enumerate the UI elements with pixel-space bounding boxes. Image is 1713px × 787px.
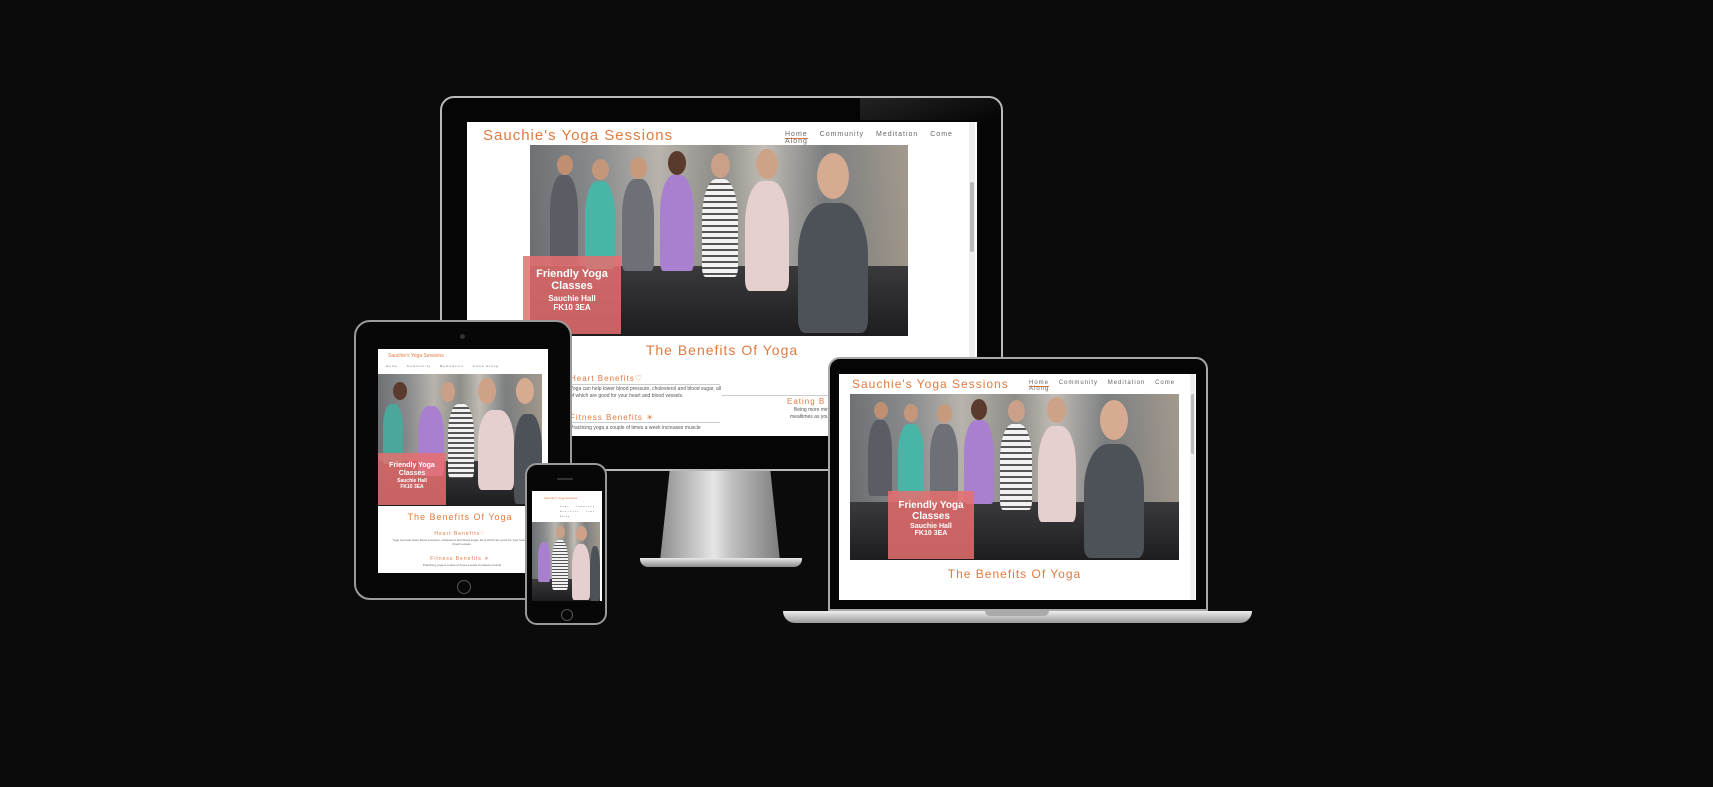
laptop-hero-overlay: Friendly Yoga Classes Sauchie Hall FK10 … [888,491,974,559]
laptop-nav-community[interactable]: Community [1059,380,1098,386]
main-nav: Home Community Meditation Come Along [785,131,977,145]
tablet-home-button[interactable] [457,580,471,594]
hero-postcode: FK10 3EA [553,303,591,312]
phone-hero-image [532,522,600,601]
nav-community[interactable]: Community [820,131,864,138]
laptop: Sauchie's Yoga Sessions Home Community M… [828,357,1208,611]
fitness-rule [570,422,720,423]
tablet-benefits-heading: The Benefits Of Yoga [407,512,513,522]
phone-nav-community[interactable]: Community [576,506,595,508]
phone-home-button[interactable] [561,609,573,621]
tablet-heart-text: Yoga can help lower blood pressure, chol… [392,538,532,546]
tablet-nav-home[interactable]: Home [386,364,398,368]
tablet-nav-meditation[interactable]: Meditation [440,364,464,368]
laptop-scrollbar[interactable] [1190,374,1195,600]
laptop-hero-postcode: FK10 3EA [914,530,948,537]
site-title[interactable]: Sauchie's Yoga Sessions [483,127,673,144]
phone-nav-meditation[interactable]: Meditation [560,511,579,513]
monitor-base [640,558,802,567]
nav-meditation[interactable]: Meditation [876,131,918,138]
monitor-stand [660,471,780,561]
tablet-nav: Home Community Meditation Come Along [386,364,499,368]
tablet-camera [460,334,465,339]
laptop-site-title[interactable]: Sauchie's Yoga Sessions [852,377,1009,391]
phone-nav: Home Community Meditation Come Along [560,505,600,520]
laptop-nav-come-along[interactable]: Come Along [1029,380,1175,392]
tablet-hero-postcode: FK10 3EA [400,484,424,490]
laptop-hero-location: Sauchie Hall [910,523,952,530]
phone-nav-home[interactable]: Home [560,506,569,508]
tablet-nav-community[interactable]: Community [407,364,431,368]
tablet-hero-overlay: Friendly Yoga Classes Sauchie Hall FK10 … [378,453,446,505]
eating-title: Eating B [787,397,826,406]
tablet-fitness-title: Fitness Benefits ☀ [430,556,490,562]
nav-come-along[interactable]: Come Along [785,131,953,145]
laptop-hero-heading: Friendly Yoga Classes [898,500,964,522]
tablet-heart-title: Heart Benefits♡ [434,531,486,537]
laptop-benefits-heading: The Benefits Of Yoga [947,567,1082,581]
monitor-glare [860,98,1000,120]
heart-title: Heart Benefits♡ [570,374,643,383]
phone-site-title[interactable]: Sauchie's Yoga Sessions [544,496,577,500]
heart-rule [570,384,720,385]
tablet-hero-heading: Friendly Yoga Classes [389,462,435,477]
hero-heading: Friendly Yoga Classes [536,268,608,292]
phone-speaker [557,478,573,480]
fitness-text: Practicing yoga a couple of times a week… [570,425,701,431]
fitness-title: Fitness Benefits ☀ [570,413,655,422]
phone: Sauchie's Yoga Sessions Home Community M… [525,463,607,625]
tablet-nav-come-along[interactable]: Come Along [473,364,499,368]
laptop-nav: Home Community Meditation Come Along [1029,380,1196,392]
laptop-notch [985,611,1049,616]
phone-screen: Sauchie's Yoga Sessions Home Community M… [532,491,602,601]
laptop-nav-meditation[interactable]: Meditation [1108,380,1146,386]
hero-location: Sauchie Hall [548,294,596,303]
tablet-fitness-text: Practicing yoga a couple of times a week… [422,563,502,567]
heart-text: Yoga can help lower blood pressure, chol… [570,386,722,399]
tablet-screen: Sauchie's Yoga Sessions Home Community M… [378,349,548,573]
benefits-heading: The Benefits Of Yoga [645,342,799,358]
laptop-screen: Sauchie's Yoga Sessions Home Community M… [839,374,1196,600]
tablet-site-title[interactable]: Sauchie's Yoga Sessions [388,353,444,359]
